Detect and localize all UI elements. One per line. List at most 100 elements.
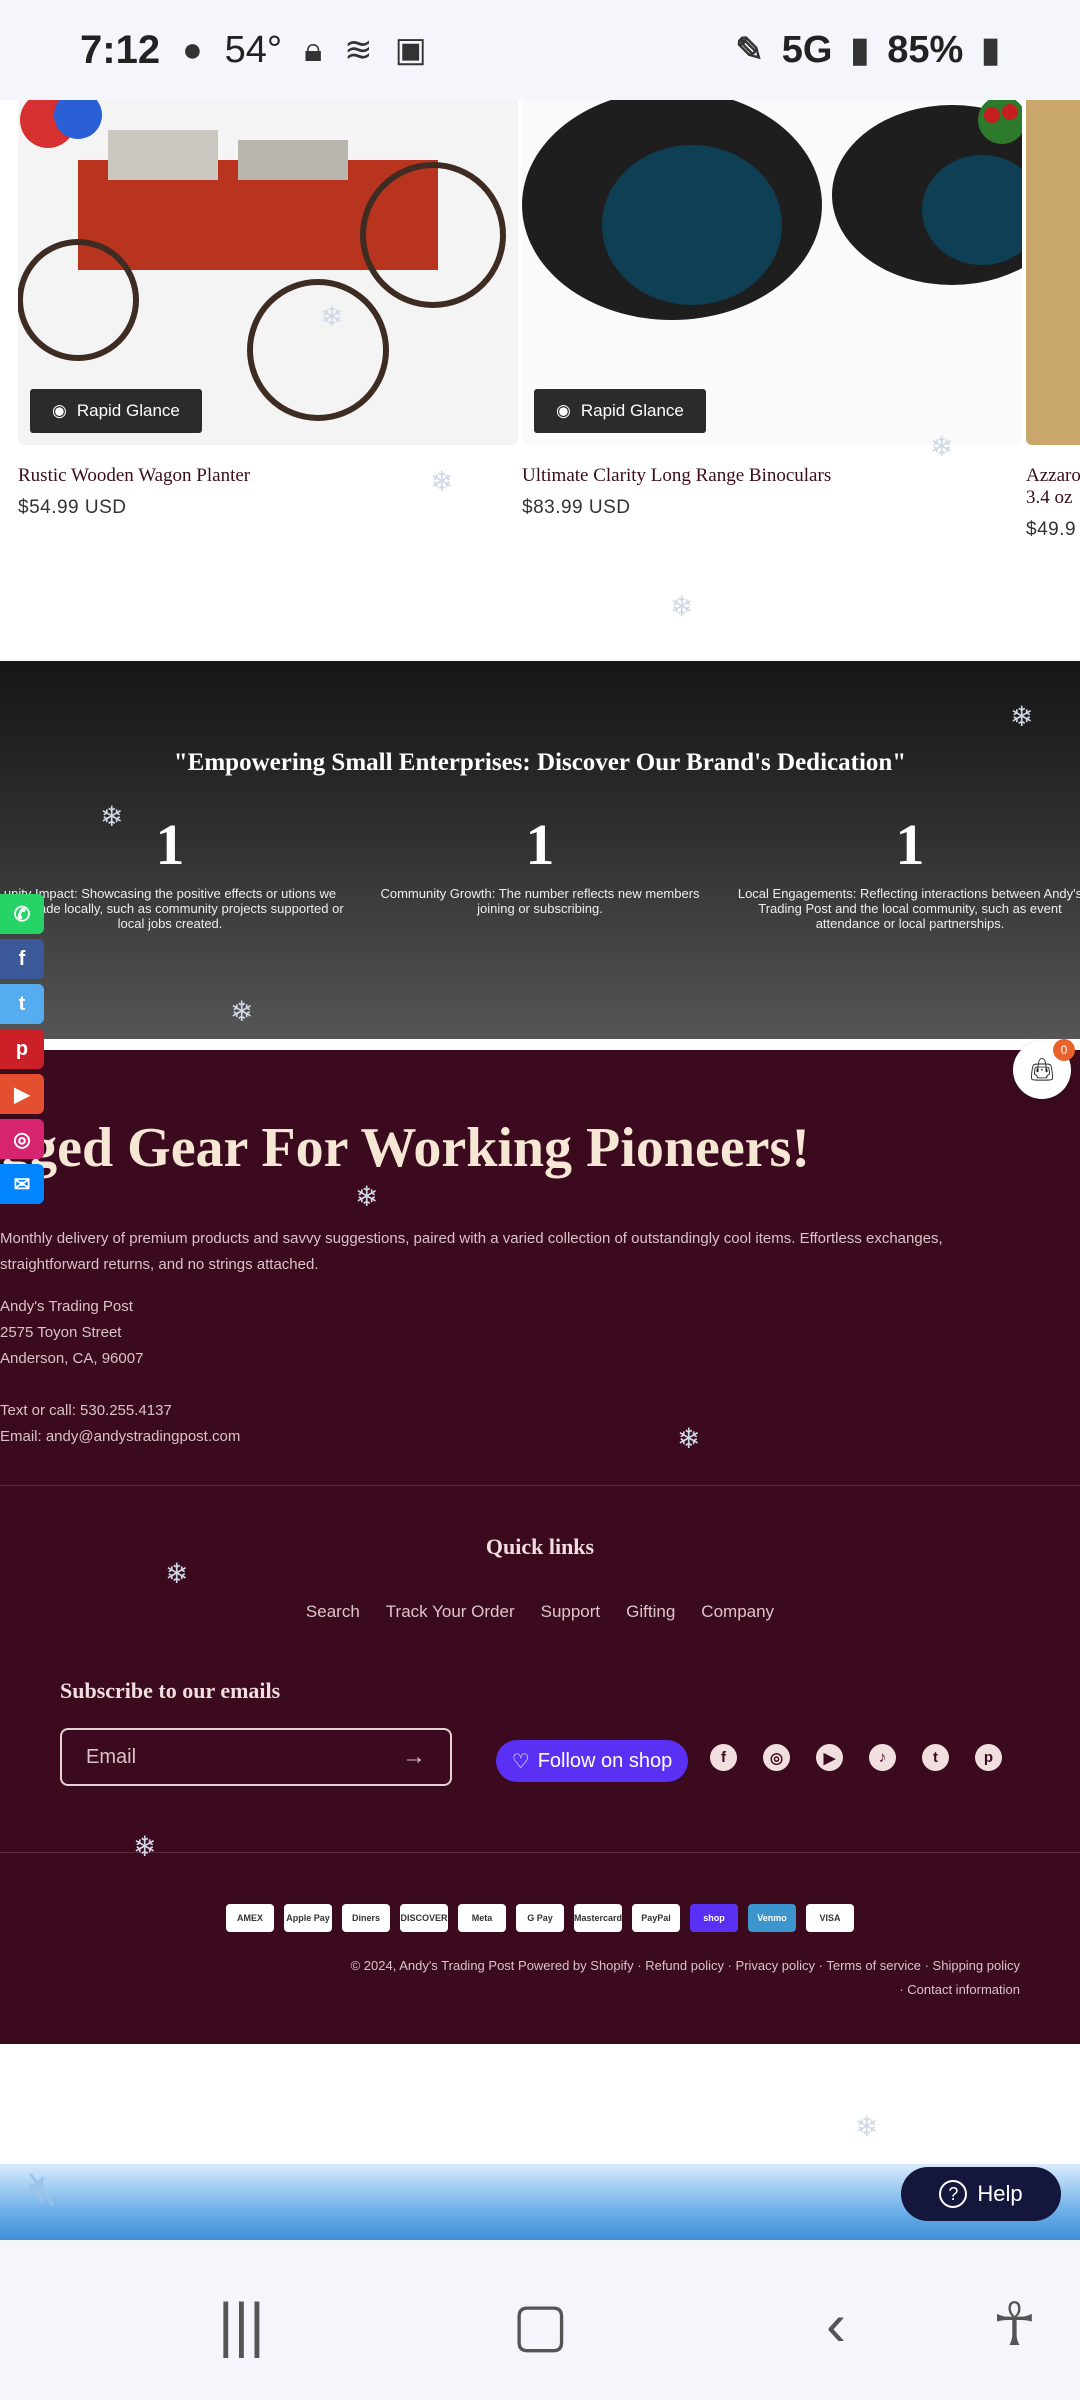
status-bar: 7:12 ● 54° 🔒︎ ≋ ▣ ✎ 5G ▮ 85% ▮: [0, 0, 1080, 100]
youtube-share-icon[interactable]: ▶: [0, 1074, 44, 1114]
snowflake-icon: ❄: [855, 2111, 879, 2142]
payment-meta: Meta: [458, 1904, 506, 1932]
messenger-icon[interactable]: ✉: [0, 1164, 44, 1204]
whatsapp-icon[interactable]: ✆: [0, 894, 44, 934]
social-share-sidebar: ✆ f t p ▶ ◎ ✉: [0, 894, 44, 1209]
back-icon[interactable]: ‹: [826, 2290, 846, 2359]
quick-link-search[interactable]: Search: [306, 1602, 360, 1622]
status-temp: 54°: [224, 28, 283, 71]
status-network: 5G: [781, 28, 833, 71]
twitter-share-icon[interactable]: t: [0, 984, 44, 1024]
footer-headline: ugged Gear For Working Pioneers!: [0, 1117, 810, 1179]
pinterest-icon[interactable]: p: [975, 1744, 1002, 1771]
footer-phone[interactable]: Text or call: 530.255.4137: [0, 1398, 240, 1424]
product-card[interactable]: Azzaro 3.4 oz $49.9: [1026, 100, 1080, 541]
snowflake-icon: ❄: [100, 801, 124, 832]
refund-policy-link[interactable]: Refund policy: [645, 1958, 724, 1973]
payment-apple-pay: Apple Pay: [284, 1904, 332, 1932]
product-name[interactable]: Azzaro 3.4 oz: [1026, 465, 1080, 509]
payment-gpay: G Pay: [516, 1904, 564, 1932]
stat-text: Community Growth: The number reflects ne…: [380, 886, 700, 916]
payment-mastercard: Mastercard: [574, 1904, 622, 1932]
lock-icon: 🔒︎: [304, 30, 323, 69]
cart-button[interactable]: 👜︎ 0: [1013, 1039, 1075, 1099]
accessibility-icon[interactable]: ☥: [992, 2290, 1037, 2360]
arrow-right-icon[interactable]: →: [402, 1743, 426, 1771]
stat-text: unity Impact: Showcasing the positive ef…: [0, 886, 344, 931]
divider: [0, 1039, 1080, 1050]
quick-link-company[interactable]: Company: [701, 1602, 774, 1622]
quick-link-support[interactable]: Support: [541, 1602, 601, 1622]
recent-apps-icon[interactable]: |||: [218, 2290, 265, 2359]
product-name[interactable]: Ultimate Clarity Long Range Binoculars: [522, 465, 1022, 487]
stat-item: 1 Community Growth: The number reflects …: [365, 811, 715, 916]
copyright: © 2024, Andy's Trading Post Powered by S…: [350, 1958, 634, 1973]
instagram-icon[interactable]: ◎: [763, 1744, 790, 1771]
quick-link-gifting[interactable]: Gifting: [626, 1602, 675, 1622]
payment-discover: DISCOVER: [400, 1904, 448, 1932]
mute-icon[interactable]: 🔇︎: [28, 2160, 92, 2218]
product-price: $83.99 USD: [522, 497, 631, 518]
quick-view-button[interactable]: ◉ Rapid Glance: [534, 389, 706, 433]
footer: ugged Gear For Working Pioneers! Monthly…: [0, 1050, 1080, 2044]
status-time: 7:12: [80, 27, 161, 72]
payment-amex: AMEX: [226, 1904, 274, 1932]
product-card[interactable]: ◉ Rapid Glance Rustic Wooden Wagon Plant…: [18, 100, 518, 519]
facebook-share-icon[interactable]: f: [0, 939, 44, 979]
payment-visa: VISA: [806, 1904, 854, 1932]
social-links: f ◎ ▶ ♪ t p: [710, 1744, 1002, 1771]
contact-info-link[interactable]: Contact information: [907, 1982, 1020, 1997]
eye-icon: ◉: [556, 401, 571, 420]
stat-value: 1: [895, 812, 925, 877]
status-battery: 85%: [887, 28, 964, 71]
instagram-share-icon[interactable]: ◎: [0, 1119, 44, 1159]
footer-description: Monthly delivery of premium products and…: [0, 1230, 943, 1273]
subscribe-title: Subscribe to our emails: [60, 1678, 281, 1703]
payment-diners: Diners: [342, 1904, 390, 1932]
snowflake-icon: ❄: [1010, 701, 1034, 732]
stat-value: 1: [155, 812, 185, 877]
snowflake-icon: ❄: [430, 466, 454, 497]
twitter-icon[interactable]: t: [922, 1744, 949, 1771]
privacy-policy-link[interactable]: Privacy policy: [736, 1958, 815, 1973]
youtube-icon[interactable]: ▶: [816, 1744, 843, 1771]
signal-icon: ▮: [850, 31, 870, 69]
quick-link-track-order[interactable]: Track Your Order: [386, 1602, 515, 1622]
product-carousel[interactable]: ◉ Rapid Glance Rustic Wooden Wagon Plant…: [0, 100, 1080, 660]
product-image[interactable]: ◉ Rapid Glance: [18, 100, 518, 445]
weather-icon: ●: [182, 30, 203, 69]
shipping-policy-link[interactable]: Shipping policy: [933, 1958, 1020, 1973]
snowflake-icon: ❄: [230, 996, 254, 1027]
heart-icon: ♡: [511, 1750, 530, 1773]
shopping-bag-icon: 👜︎: [1028, 1057, 1056, 1082]
email-placeholder: Email: [86, 1745, 137, 1768]
tiktok-icon[interactable]: ♪: [869, 1744, 896, 1771]
pinterest-share-icon[interactable]: p: [0, 1029, 44, 1069]
system-nav-bar: ||| ▢ ‹ ☥: [0, 2240, 1080, 2400]
product-price: $49.9: [1026, 519, 1077, 540]
dedication-section: "Empowering Small Enterprises: Discover …: [0, 661, 1080, 1039]
terms-link[interactable]: Terms of service: [826, 1958, 921, 1973]
footer-address: Andy's Trading Post 2575 Toyon Street An…: [0, 1298, 144, 1367]
quick-links: Search Track Your Order Support Gifting …: [0, 1602, 1080, 1622]
facebook-icon[interactable]: f: [710, 1744, 737, 1771]
snowflake-icon: ❄: [355, 1181, 379, 1212]
divider: [0, 1852, 1080, 1853]
footer-contact: Text or call: 530.255.4137 Email: andy@a…: [0, 1398, 240, 1450]
quick-view-button[interactable]: ◉ Rapid Glance: [30, 389, 202, 433]
battery-icon: ▮: [981, 31, 1000, 69]
gallery-icon: ▣: [394, 31, 427, 69]
follow-on-shop-button[interactable]: ♡ Follow on shop: [496, 1740, 688, 1782]
payment-shop: shop: [690, 1904, 738, 1932]
snowflake-icon: ❄: [930, 431, 954, 462]
legal-links: © 2024, Andy's Trading Post Powered by S…: [350, 1958, 1020, 1997]
footer-email[interactable]: Email: andy@andystradingpost.com: [0, 1424, 240, 1450]
product-image[interactable]: [1026, 100, 1080, 445]
home-icon[interactable]: ▢: [512, 2290, 569, 2360]
question-icon: ?: [939, 2180, 968, 2208]
email-field[interactable]: Email →: [60, 1728, 452, 1786]
cart-count-badge: 0: [1053, 1039, 1075, 1061]
divider: [0, 1485, 1080, 1486]
help-button[interactable]: ? Help: [901, 2167, 1061, 2221]
product-image[interactable]: ◉ Rapid Glance: [522, 100, 1022, 445]
